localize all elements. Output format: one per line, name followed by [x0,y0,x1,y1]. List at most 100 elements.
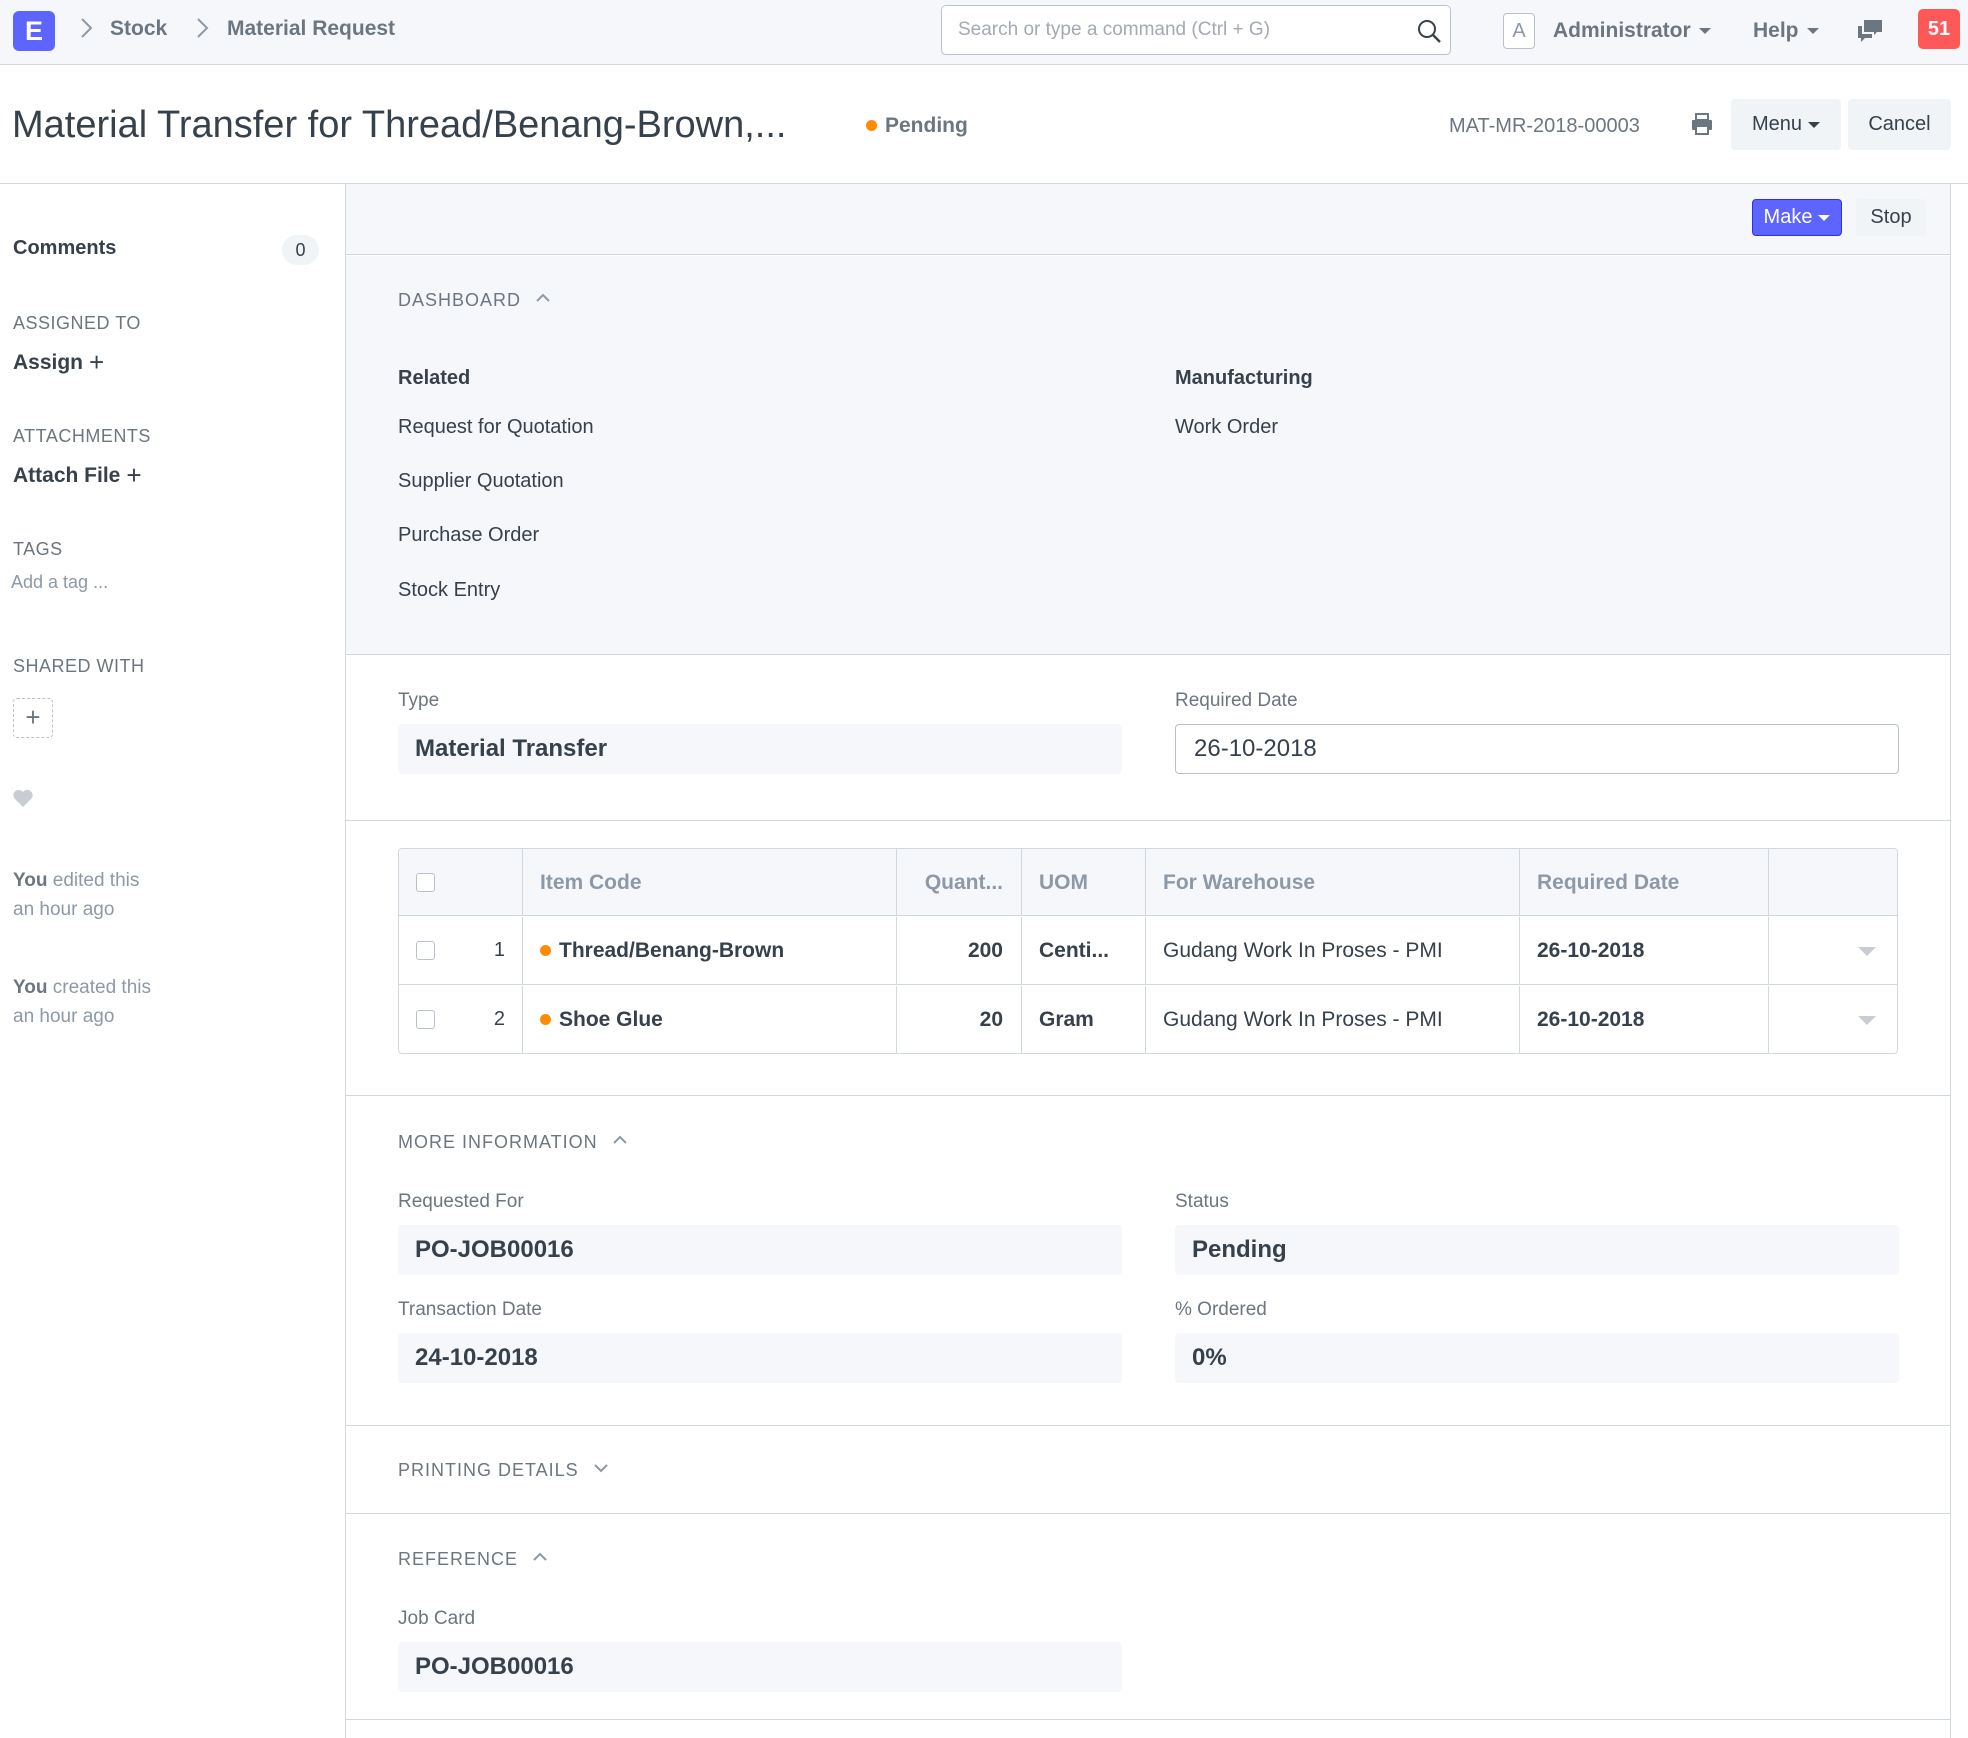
quantity-cell[interactable]: 200 [897,917,1022,984]
dashboard-link-supplier-quotation[interactable]: Supplier Quotation [398,470,564,493]
search-box[interactable] [941,5,1451,55]
warehouse-cell[interactable]: Gudang Work In Proses - PMI [1146,986,1520,1053]
make-button[interactable]: Make [1752,199,1842,236]
search-icon[interactable] [1416,18,1442,44]
table-row[interactable]: 2 Shoe Glue 20 Gram Gudang Work In Prose… [399,986,1897,1053]
cancel-button[interactable]: Cancel [1848,99,1951,150]
form-layout: Make Stop DASHBOARD Related Request for … [345,184,1951,1738]
dashboard-link-work-order[interactable]: Work Order [1175,416,1278,439]
warehouse-cell[interactable]: Gudang Work In Proses - PMI [1146,917,1520,984]
details-section: Type Material Transfer Required Date 26-… [346,656,1950,821]
plus-icon: + [126,460,142,490]
form-toolbar: Make Stop [346,184,1950,255]
quantity-cell[interactable]: 20 [897,986,1022,1053]
caret-down-icon [1818,214,1831,221]
caret-down-icon [1698,28,1711,35]
column-header-item-code: Item Code [523,849,897,915]
search-input[interactable] [958,16,1398,44]
status-dot-icon [866,120,877,131]
chat-icon[interactable] [1855,17,1885,45]
percent-ordered-field[interactable]: 0% [1175,1333,1899,1383]
required-date-cell[interactable]: 26-10-2018 [1520,986,1769,1053]
menu-button-label: Menu [1751,113,1803,135]
comments-count-badge: 0 [282,235,319,265]
row-actions-cell[interactable] [1769,917,1897,984]
comments-link[interactable]: Comments [13,237,116,260]
column-header-actions [1769,849,1897,915]
page-head: Material Transfer for Thread/Benang-Brow… [0,66,1968,184]
activity-action: edited this [52,870,140,891]
assigned-to-label: ASSIGNED TO [13,313,141,333]
caret-down-icon [1808,121,1821,128]
breadcrumb-stock[interactable]: Stock [110,14,167,44]
attach-file-button[interactable]: Attach File + [13,460,142,491]
activity-time: an hour ago [13,1006,115,1027]
heart-icon[interactable] [12,788,34,808]
dashboard-link-request-for-quotation[interactable]: Request for Quotation [398,416,594,439]
more-information-toggle[interactable]: MORE INFORMATION [398,1132,628,1153]
more-information-section: MORE INFORMATION Requested For PO-JOB000… [346,1097,1950,1426]
job-card-field[interactable]: PO-JOB00016 [398,1642,1122,1692]
uom-cell[interactable]: Centi... [1022,917,1146,984]
dashboard-toggle[interactable]: DASHBOARD [398,290,551,311]
printing-details-heading: PRINTING DETAILS [398,1460,579,1480]
chevron-up-icon [536,293,550,302]
item-code-cell[interactable]: Shoe Glue [523,986,897,1053]
menu-button[interactable]: Menu [1731,99,1841,150]
user-menu[interactable]: Administrator [1553,16,1711,46]
reference-toggle[interactable]: REFERENCE [398,1549,548,1570]
required-date-label: Required Date [1175,690,1298,711]
column-header-uom: UOM [1022,849,1146,915]
assign-button[interactable]: Assign + [13,347,104,378]
stop-button[interactable]: Stop [1856,199,1926,236]
add-tag-input[interactable]: Add a tag ... [11,572,108,593]
item-code-cell[interactable]: Thread/Benang-Brown [523,917,897,984]
table-row[interactable]: 1 Thread/Benang-Brown 200 Centi... Gudan… [399,917,1897,985]
dashboard-group-title: Manufacturing [1175,367,1313,389]
chevron-up-icon [612,1135,627,1144]
user-name: Administrator [1553,19,1691,42]
activity-item: You created this an hour ago [13,973,263,1031]
type-field[interactable]: Material Transfer [398,724,1122,774]
dashboard-link-purchase-order[interactable]: Purchase Order [398,524,539,547]
activity-user: You [13,977,48,998]
share-add-button[interactable]: + [13,698,53,738]
breadcrumb-material-request[interactable]: Material Request [227,14,395,44]
row-select-cell: 2 [399,986,523,1053]
navbar: E Stock Material Request A Administrator… [0,0,1968,65]
row-expand-caret-icon[interactable] [1858,947,1876,956]
dashboard-section: DASHBOARD Related Request for Quotation … [346,256,1950,655]
transaction-date-field[interactable]: 24-10-2018 [398,1333,1122,1383]
row-index: 1 [493,939,505,961]
caret-down-icon [1806,28,1819,35]
breadcrumb-chevron-icon [81,18,93,38]
printing-details-toggle[interactable]: PRINTING DETAILS [398,1460,609,1481]
help-menu[interactable]: Help [1753,16,1819,46]
reference-section: REFERENCE Job Card PO-JOB00016 [346,1515,1950,1720]
page-title: Material Transfer for Thread/Benang-Brow… [12,104,787,146]
requested-for-field[interactable]: PO-JOB00016 [398,1225,1122,1275]
row-checkbox[interactable] [416,941,435,960]
print-icon[interactable] [1689,111,1715,137]
notifications-badge[interactable]: 51 [1918,9,1960,49]
avatar[interactable]: A [1503,13,1535,49]
status-indicator: Pending [866,112,968,140]
make-button-label: Make [1763,206,1813,228]
requested-for-label: Requested For [398,1191,524,1212]
required-date-input[interactable]: 26-10-2018 [1175,724,1899,774]
required-date-cell[interactable]: 26-10-2018 [1520,917,1769,984]
transaction-date-label: Transaction Date [398,1299,542,1320]
type-label: Type [398,690,440,711]
row-expand-caret-icon[interactable] [1858,1016,1876,1025]
item-status-dot-icon [540,1014,551,1025]
select-all-checkbox[interactable] [416,873,435,892]
status-field[interactable]: Pending [1175,1225,1899,1275]
dashboard-link-stock-entry[interactable]: Stock Entry [398,579,500,602]
plus-icon: + [89,347,105,377]
row-checkbox[interactable] [416,1010,435,1029]
app-logo[interactable]: E [13,11,55,51]
row-actions-cell[interactable] [1769,986,1897,1053]
assign-label: Assign [13,351,84,374]
uom-cell[interactable]: Gram [1022,986,1146,1053]
breadcrumb-chevron-icon [197,18,209,38]
